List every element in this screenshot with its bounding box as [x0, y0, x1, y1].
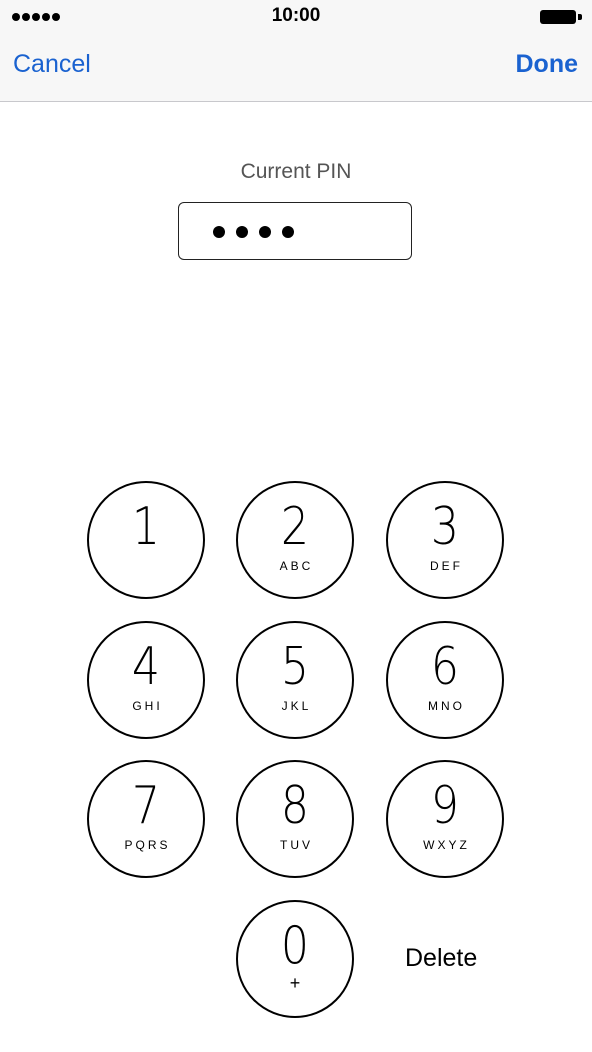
cancel-button[interactable]: Cancel [13, 50, 91, 79]
key-3[interactable]: 3 DEF [386, 481, 504, 599]
pin-dot [282, 226, 294, 238]
done-button[interactable]: Done [516, 50, 579, 79]
key-letters: MNO [428, 699, 465, 713]
key-letters: PQRS [124, 838, 171, 852]
pin-input[interactable] [178, 202, 412, 260]
delete-button[interactable]: Delete [405, 944, 477, 973]
key-digit: 5 [280, 637, 310, 697]
key-letters: TUV [280, 838, 313, 852]
key-letters: + [289, 973, 301, 993]
pin-dot [236, 226, 248, 238]
key-digit: 6 [430, 637, 460, 697]
key-5[interactable]: 5 JKL [236, 621, 354, 739]
key-digit: 4 [131, 637, 161, 697]
key-9[interactable]: 9 WXYZ [386, 760, 504, 878]
key-digit: 9 [430, 776, 460, 836]
pin-dot [259, 226, 271, 238]
key-6[interactable]: 6 MNO [386, 621, 504, 739]
key-digit: 0 [280, 916, 310, 976]
key-7[interactable]: 7 PQRS [87, 760, 205, 878]
pin-label: Current PIN [240, 160, 352, 183]
key-0[interactable]: 0 + [236, 900, 354, 1018]
key-letters: WXYZ [423, 838, 470, 852]
battery-full-icon [540, 10, 582, 24]
key-letters: DEF [430, 559, 463, 573]
key-letters: GHI [132, 699, 163, 713]
key-1[interactable]: 1 [87, 481, 205, 599]
status-time: 10:00 [271, 5, 321, 26]
key-8[interactable]: 8 TUV [236, 760, 354, 878]
key-digit: 3 [430, 497, 460, 557]
key-4[interactable]: 4 GHI [87, 621, 205, 739]
key-digit: 2 [280, 497, 310, 557]
key-letters: JKL [281, 699, 312, 713]
key-2[interactable]: 2 ABC [236, 481, 354, 599]
key-digit: 1 [131, 497, 161, 557]
key-digit: 7 [131, 776, 161, 836]
pin-dots [213, 226, 294, 238]
pin-dot [213, 226, 225, 238]
key-digit: 8 [280, 776, 310, 836]
key-letters: ABC [279, 559, 314, 573]
status-bar: 10:00 [0, 0, 592, 34]
navigation-bar: Cancel Done [0, 34, 592, 102]
